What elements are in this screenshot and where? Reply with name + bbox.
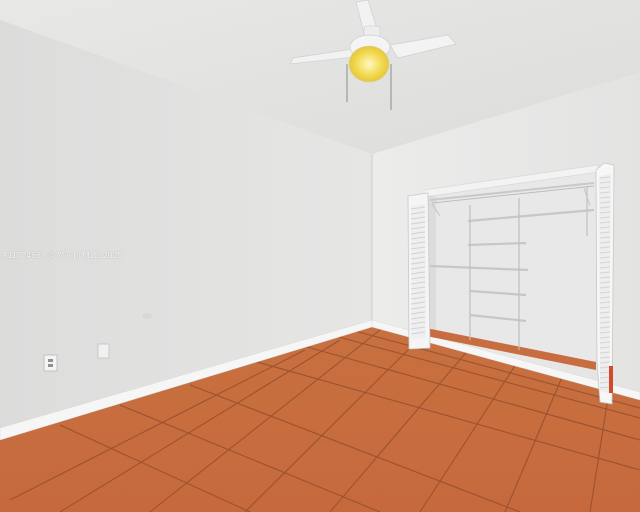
right-louvered-door bbox=[595, 162, 615, 405]
watermark-text: A11724668 © Miami MLS 2025 bbox=[2, 250, 123, 260]
wall-mark bbox=[142, 313, 152, 319]
wall-plate bbox=[97, 343, 110, 359]
fan-light-globe bbox=[348, 45, 390, 83]
wall-outlet bbox=[43, 354, 58, 372]
left-louvered-door bbox=[407, 192, 431, 350]
